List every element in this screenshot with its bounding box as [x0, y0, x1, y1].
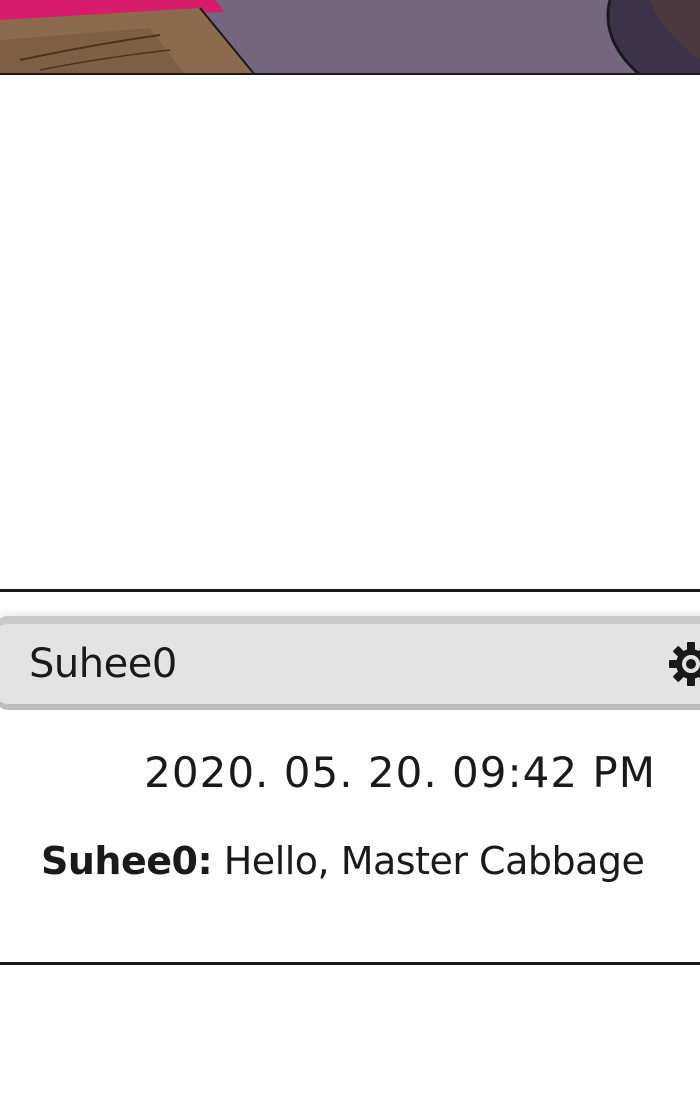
message-text: Hello, Master Cabbage	[212, 839, 645, 883]
chat-header: Suhee0	[0, 616, 700, 710]
message-sender: Suhee0:	[41, 839, 213, 883]
chat-window: Suhee0 2020. 05. 20. 09:42 PM Suhee0: He…	[0, 589, 700, 965]
chat-header-title: Suhee0	[29, 641, 177, 687]
comic-art	[0, 0, 700, 73]
gear-icon[interactable]	[667, 640, 700, 688]
message-timestamp: 2020. 05. 20. 09:42 PM	[144, 748, 656, 797]
comic-panel-fragment	[0, 0, 700, 75]
webtoon-page: Suhee0 2020. 05. 20. 09:42 PM Suhee0: He…	[0, 0, 700, 1120]
chat-message: Suhee0: Hello, Master Cabbage	[41, 837, 645, 885]
